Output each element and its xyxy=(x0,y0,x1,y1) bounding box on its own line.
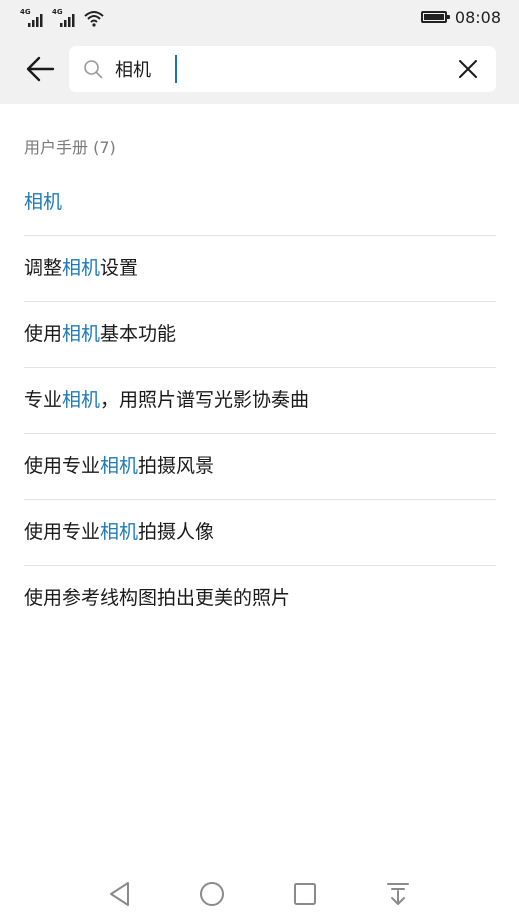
result-text: 调整 xyxy=(24,257,63,279)
section-title: 用户手册 (7) xyxy=(24,138,116,157)
search-icon xyxy=(84,60,103,79)
result-text: 使用 xyxy=(24,323,63,345)
result-highlight: 相机 xyxy=(62,257,101,279)
result-item[interactable]: 使用专业相机拍摄风景 xyxy=(24,434,496,500)
triangle-back-icon xyxy=(110,882,129,906)
result-highlight: 相机 xyxy=(62,323,101,345)
result-item[interactable]: 使用专业相机拍摄人像 xyxy=(24,500,496,566)
nav-back-button[interactable] xyxy=(104,878,136,910)
nav-home-button[interactable] xyxy=(196,878,228,910)
result-text: 拍摄人像 xyxy=(138,521,215,543)
status-time: 08:08 xyxy=(454,7,501,27)
result-item[interactable]: 调整相机设置 xyxy=(24,236,496,302)
clear-search-button[interactable] xyxy=(456,57,480,81)
result-item[interactable]: 使用相机基本功能 xyxy=(24,302,496,368)
result-text: 设置 xyxy=(100,257,139,279)
result-highlight: 相机 xyxy=(100,521,139,543)
results-list: 相机 调整相机设置 使用相机基本功能 专业相机，用照片谱写光影协奏曲 使用专业相… xyxy=(24,170,496,631)
search-header xyxy=(0,34,519,104)
result-item[interactable]: 专业相机，用照片谱写光影协奏曲 xyxy=(24,368,496,434)
search-box[interactable] xyxy=(69,46,496,92)
status-icons-right: 08:08 xyxy=(420,7,501,27)
result-text: 拍摄风景 xyxy=(138,455,215,477)
arrow-left-icon xyxy=(26,56,55,82)
back-button[interactable] xyxy=(22,52,58,86)
close-icon xyxy=(459,60,477,78)
search-input[interactable] xyxy=(115,54,445,84)
result-text: 基本功能 xyxy=(100,323,177,345)
result-text: 使用专业 xyxy=(24,455,101,477)
battery-fill xyxy=(423,14,444,20)
battery-icon xyxy=(420,11,450,23)
circle-home-icon xyxy=(200,882,224,906)
cellular-signal-1-icon: 4G xyxy=(20,9,46,27)
result-item[interactable]: 使用参考线构图拍出更美的照片 xyxy=(24,566,496,631)
status-bar: 4G 4G 08:08 xyxy=(0,0,519,34)
status-icons-left: 4G 4G xyxy=(20,7,104,27)
nav-notification-button[interactable] xyxy=(382,878,414,910)
result-text: ，用照片谱写光影协奏曲 xyxy=(100,389,310,411)
cellular-signal-2-icon: 4G xyxy=(52,9,78,27)
result-highlight: 相机 xyxy=(24,191,63,213)
result-text: 专业 xyxy=(24,389,63,411)
nav-recent-button[interactable] xyxy=(289,878,321,910)
pull-down-notification-icon xyxy=(387,883,409,905)
result-highlight: 相机 xyxy=(62,389,101,411)
result-highlight: 相机 xyxy=(100,455,139,477)
navigation-bar xyxy=(0,866,519,922)
text-cursor xyxy=(175,55,177,83)
result-text: 使用专业 xyxy=(24,521,101,543)
square-recent-icon xyxy=(294,883,316,905)
result-text: 使用参考线构图拍出更美的照片 xyxy=(24,587,291,609)
result-item[interactable]: 相机 xyxy=(24,170,496,236)
wifi-icon xyxy=(84,11,104,27)
